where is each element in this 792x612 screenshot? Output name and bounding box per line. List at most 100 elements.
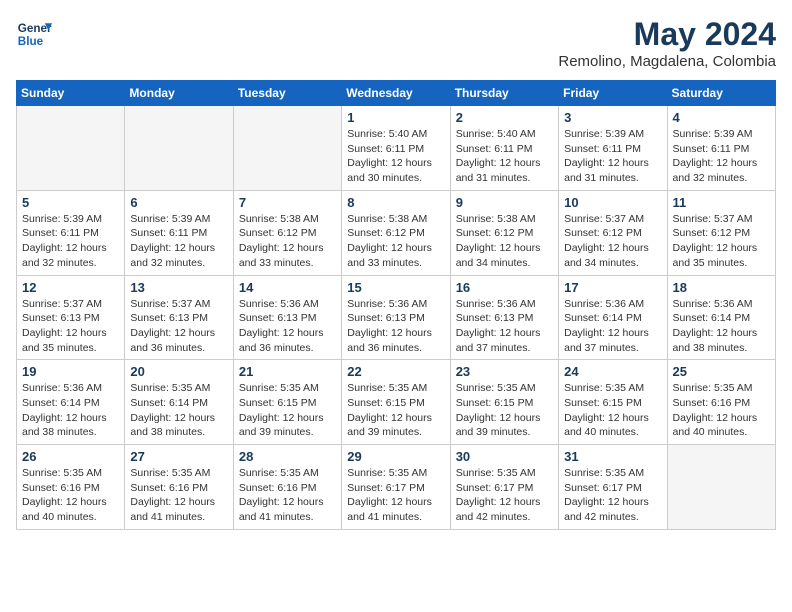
weekday-sunday: Sunday [17, 81, 125, 106]
weekday-tuesday: Tuesday [233, 81, 341, 106]
calendar-cell: 8Sunrise: 5:38 AMSunset: 6:12 PMDaylight… [342, 190, 450, 275]
day-number: 8 [347, 195, 444, 210]
calendar-cell: 3 Sunrise: 5:39 AMSunset: 6:11 PMDaylight… [559, 106, 667, 191]
calendar-cell: 13 Sunrise: 5:37 AMSunset: 6:13 PMDayligh… [125, 275, 233, 360]
day-number: 22 [347, 364, 444, 379]
day-info: Sunrise: 5:35 AMSunset: 6:15 PMDaylight:… [239, 381, 336, 440]
weekday-header-row: SundayMondayTuesdayWednesdayThursdayFrid… [17, 81, 776, 106]
calendar-cell [17, 106, 125, 191]
week-row-3: 12 Sunrise: 5:37 AMSunset: 6:13 PMDayligh… [17, 275, 776, 360]
day-number: 5 [22, 195, 119, 210]
day-info: Sunrise: 5:39 AMSunset: 6:11 PMDaylight:… [130, 212, 227, 271]
day-info: Sunrise: 5:35 AMSunset: 6:16 PMDaylight:… [239, 466, 336, 525]
day-number: 12 [22, 280, 119, 295]
week-row-4: 19 Sunrise: 5:36 AMSunset: 6:14 PMDayligh… [17, 360, 776, 445]
calendar-cell [125, 106, 233, 191]
day-info: Sunrise: 5:35 AMSunset: 6:17 PMDaylight:… [564, 466, 661, 525]
day-info: Sunrise: 5:38 AMSunset: 6:12 PMDaylight:… [456, 212, 553, 271]
calendar-cell: 12 Sunrise: 5:37 AMSunset: 6:13 PMDayligh… [17, 275, 125, 360]
day-info: Sunrise: 5:36 AMSunset: 6:13 PMDaylight:… [347, 297, 444, 356]
calendar-cell: 31 Sunrise: 5:35 AMSunset: 6:17 PMDayligh… [559, 445, 667, 530]
day-info: Sunrise: 5:37 AMSunset: 6:13 PMDaylight:… [22, 297, 119, 356]
day-info: Sunrise: 5:35 AMSunset: 6:15 PMDaylight:… [456, 381, 553, 440]
title-block: May 2024 Remolino, Magdalena, Colombia [558, 16, 776, 70]
calendar-cell: 7Sunrise: 5:38 AMSunset: 6:12 PMDaylight… [233, 190, 341, 275]
month-year: May 2024 [558, 16, 776, 53]
calendar-table: SundayMondayTuesdayWednesdayThursdayFrid… [16, 80, 776, 530]
calendar-cell: 18 Sunrise: 5:36 AMSunset: 6:14 PMDayligh… [667, 275, 775, 360]
weekday-saturday: Saturday [667, 81, 775, 106]
calendar-cell: 19 Sunrise: 5:36 AMSunset: 6:14 PMDayligh… [17, 360, 125, 445]
day-number: 16 [456, 280, 553, 295]
weekday-friday: Friday [559, 81, 667, 106]
calendar-cell: 28Sunrise: 5:35 AMSunset: 6:16 PMDayligh… [233, 445, 341, 530]
day-number: 15 [347, 280, 444, 295]
day-info: Sunrise: 5:39 AMSunset: 6:11 PMDaylight:… [673, 127, 770, 186]
calendar-cell [233, 106, 341, 191]
page-header: General Blue May 2024 Remolino, Magdalen… [16, 16, 776, 70]
day-number: 9 [456, 195, 553, 210]
weekday-thursday: Thursday [450, 81, 558, 106]
calendar-cell: 5 Sunrise: 5:39 AMSunset: 6:11 PMDaylight… [17, 190, 125, 275]
day-number: 4 [673, 110, 770, 125]
day-number: 11 [673, 195, 770, 210]
day-info: Sunrise: 5:40 AMSunset: 6:11 PMDaylight:… [456, 127, 553, 186]
day-info: Sunrise: 5:37 AMSunset: 6:12 PMDaylight:… [564, 212, 661, 271]
calendar-cell: 15 Sunrise: 5:36 AMSunset: 6:13 PMDayligh… [342, 275, 450, 360]
day-number: 2 [456, 110, 553, 125]
day-info: Sunrise: 5:36 AMSunset: 6:13 PMDaylight:… [456, 297, 553, 356]
calendar-cell: 30Sunrise: 5:35 AMSunset: 6:17 PMDayligh… [450, 445, 558, 530]
day-number: 24 [564, 364, 661, 379]
logo: General Blue [16, 16, 52, 52]
calendar-cell: 14 Sunrise: 5:36 AMSunset: 6:13 PMDayligh… [233, 275, 341, 360]
calendar-cell: 23 Sunrise: 5:35 AMSunset: 6:15 PMDayligh… [450, 360, 558, 445]
day-info: Sunrise: 5:35 AMSunset: 6:16 PMDaylight:… [22, 466, 119, 525]
day-number: 25 [673, 364, 770, 379]
day-number: 29 [347, 449, 444, 464]
week-row-5: 26 Sunrise: 5:35 AMSunset: 6:16 PMDayligh… [17, 445, 776, 530]
calendar-cell: 26 Sunrise: 5:35 AMSunset: 6:16 PMDayligh… [17, 445, 125, 530]
calendar-cell: 4 Sunrise: 5:39 AMSunset: 6:11 PMDaylight… [667, 106, 775, 191]
day-number: 19 [22, 364, 119, 379]
calendar-cell: 27Sunrise: 5:35 AMSunset: 6:16 PMDayligh… [125, 445, 233, 530]
calendar-cell: 21 Sunrise: 5:35 AMSunset: 6:15 PMDayligh… [233, 360, 341, 445]
day-number: 3 [564, 110, 661, 125]
calendar-cell: 6 Sunrise: 5:39 AMSunset: 6:11 PMDaylight… [125, 190, 233, 275]
day-info: Sunrise: 5:36 AMSunset: 6:14 PMDaylight:… [564, 297, 661, 356]
day-number: 30 [456, 449, 553, 464]
day-number: 18 [673, 280, 770, 295]
calendar-cell: 22 Sunrise: 5:35 AMSunset: 6:15 PMDayligh… [342, 360, 450, 445]
week-row-2: 5 Sunrise: 5:39 AMSunset: 6:11 PMDaylight… [17, 190, 776, 275]
day-number: 6 [130, 195, 227, 210]
day-info: Sunrise: 5:36 AMSunset: 6:14 PMDaylight:… [22, 381, 119, 440]
day-info: Sunrise: 5:35 AMSunset: 6:17 PMDaylight:… [347, 466, 444, 525]
day-number: 23 [456, 364, 553, 379]
day-info: Sunrise: 5:36 AMSunset: 6:13 PMDaylight:… [239, 297, 336, 356]
calendar-cell: 20 Sunrise: 5:35 AMSunset: 6:14 PMDayligh… [125, 360, 233, 445]
logo-icon: General Blue [16, 16, 52, 52]
day-info: Sunrise: 5:35 AMSunset: 6:15 PMDaylight:… [347, 381, 444, 440]
day-number: 31 [564, 449, 661, 464]
calendar-cell: 9 Sunrise: 5:38 AMSunset: 6:12 PMDaylight… [450, 190, 558, 275]
day-number: 17 [564, 280, 661, 295]
day-info: Sunrise: 5:39 AMSunset: 6:11 PMDaylight:… [22, 212, 119, 271]
day-info: Sunrise: 5:35 AMSunset: 6:16 PMDaylight:… [673, 381, 770, 440]
location: Remolino, Magdalena, Colombia [558, 53, 776, 70]
weekday-wednesday: Wednesday [342, 81, 450, 106]
svg-text:Blue: Blue [18, 35, 44, 48]
day-number: 13 [130, 280, 227, 295]
day-number: 27 [130, 449, 227, 464]
calendar-cell: 16 Sunrise: 5:36 AMSunset: 6:13 PMDayligh… [450, 275, 558, 360]
day-info: Sunrise: 5:36 AMSunset: 6:14 PMDaylight:… [673, 297, 770, 356]
weekday-monday: Monday [125, 81, 233, 106]
day-info: Sunrise: 5:37 AMSunset: 6:13 PMDaylight:… [130, 297, 227, 356]
day-number: 20 [130, 364, 227, 379]
day-info: Sunrise: 5:35 AMSunset: 6:14 PMDaylight:… [130, 381, 227, 440]
day-number: 14 [239, 280, 336, 295]
day-info: Sunrise: 5:40 AMSunset: 6:11 PMDaylight:… [347, 127, 444, 186]
day-info: Sunrise: 5:38 AMSunset: 6:12 PMDaylight:… [239, 212, 336, 271]
day-info: Sunrise: 5:39 AMSunset: 6:11 PMDaylight:… [564, 127, 661, 186]
day-number: 21 [239, 364, 336, 379]
day-number: 1 [347, 110, 444, 125]
day-number: 26 [22, 449, 119, 464]
